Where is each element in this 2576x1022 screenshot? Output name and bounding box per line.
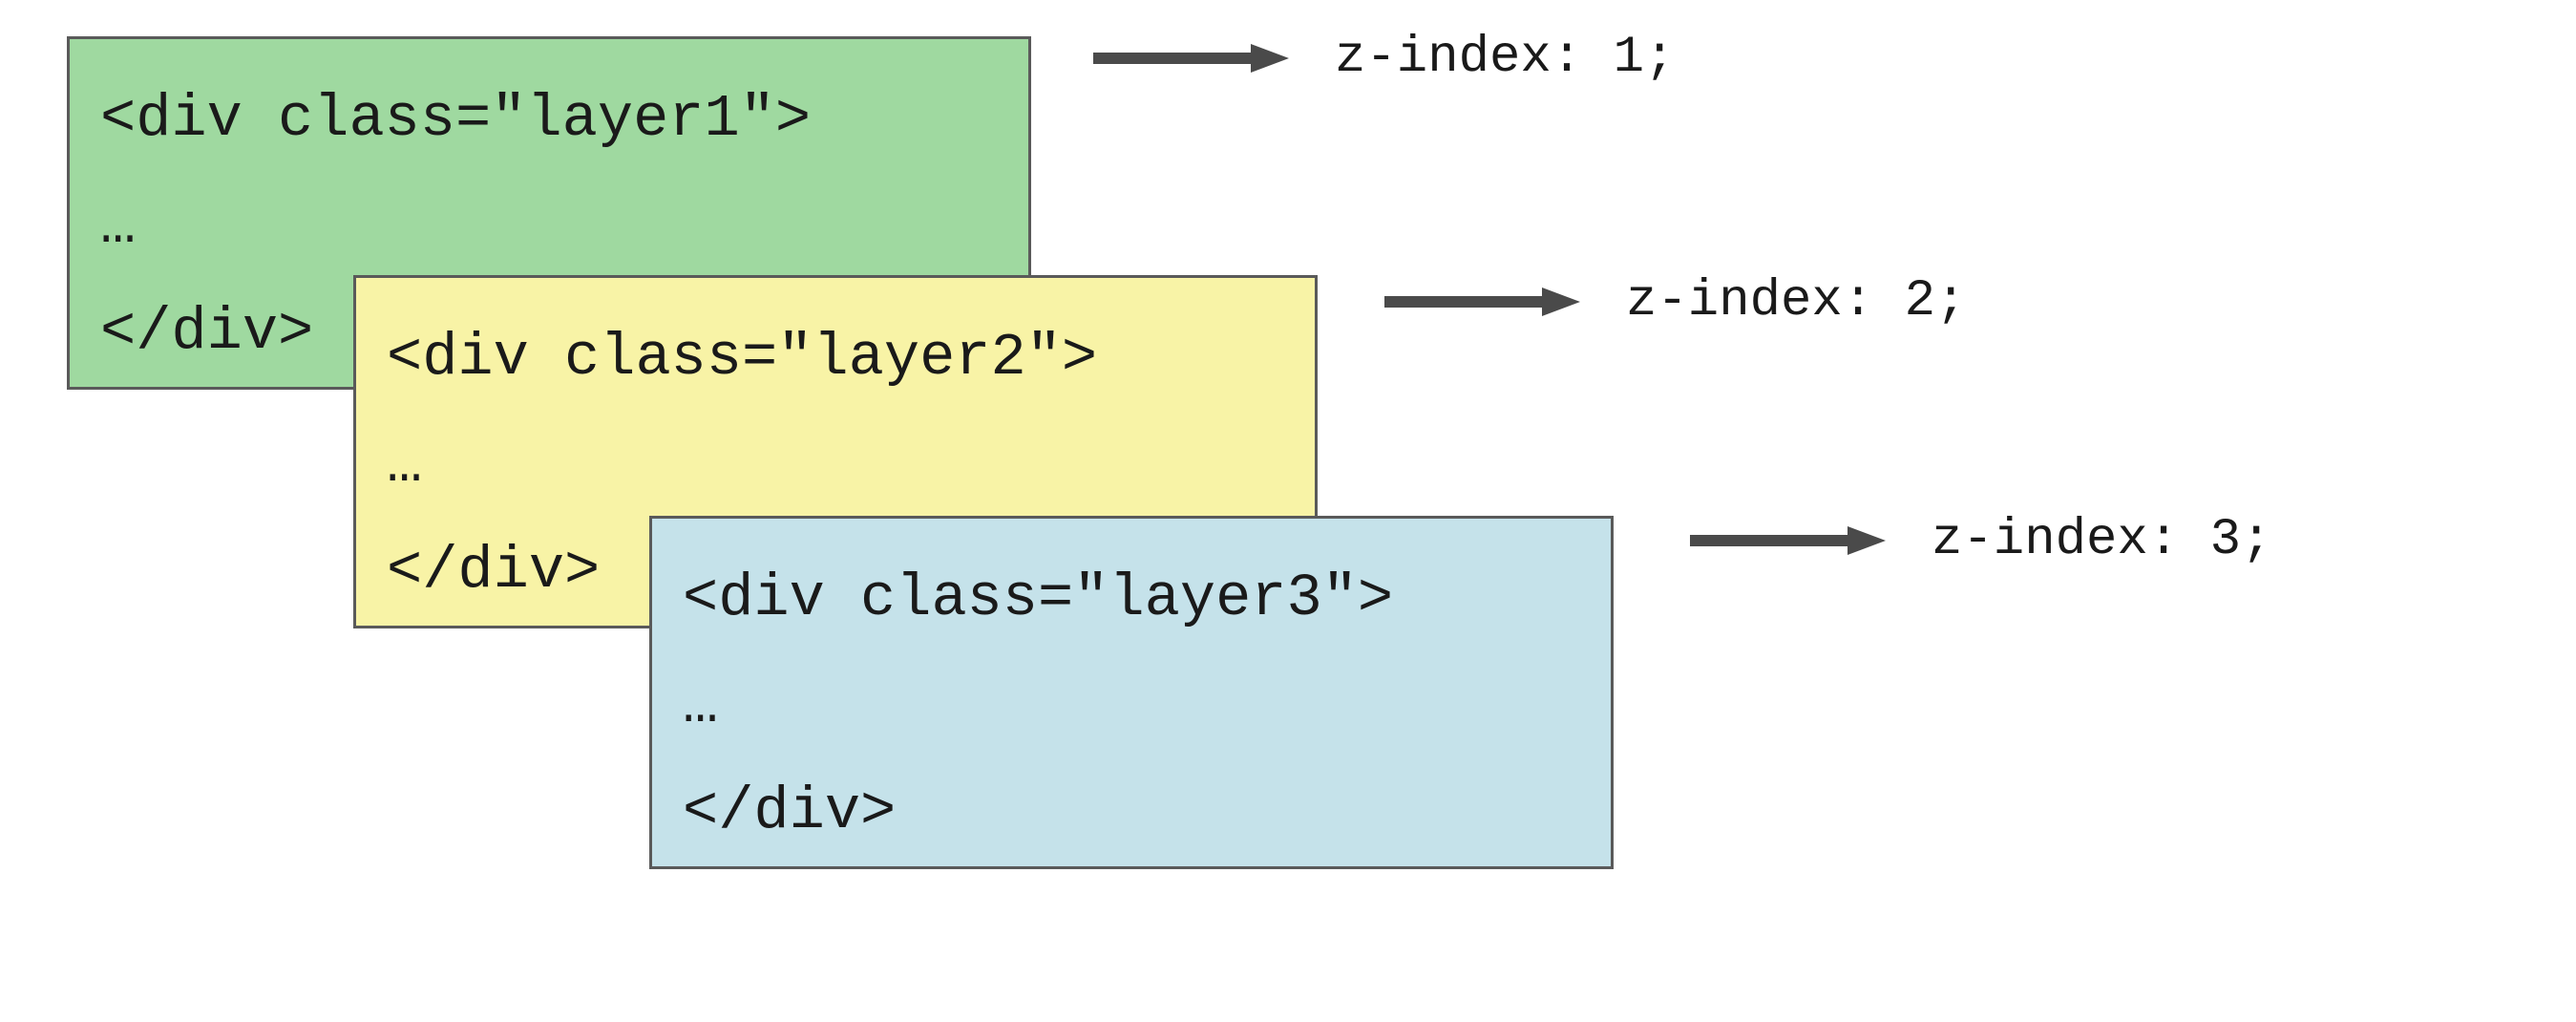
layer1-ellipsis: … [100,173,998,280]
arrow-right-icon [1685,522,1886,560]
layer3-open-tag: <div class="layer3"> [683,545,1580,652]
layer2-open-tag: <div class="layer2"> [387,305,1284,412]
layer3-close-tag: </div> [683,758,1580,865]
zindex-label-1: z-index: 1; [1335,29,1675,87]
arrow-annotation-1: z-index: 1; [1088,29,1675,87]
arrow-annotation-3: z-index: 3; [1685,511,2271,569]
arrow-right-icon [1088,39,1289,77]
layer1-open-tag: <div class="layer1"> [100,66,998,173]
arrow-annotation-2: z-index: 2; [1380,272,1966,330]
layer3-ellipsis: … [683,652,1580,759]
arrow-right-icon [1380,283,1580,321]
layer3-box: <div class="layer3"> … </div> [649,516,1614,869]
zindex-label-2: z-index: 2; [1626,272,1966,330]
layer2-ellipsis: … [387,412,1284,519]
zindex-label-3: z-index: 3; [1932,511,2271,569]
